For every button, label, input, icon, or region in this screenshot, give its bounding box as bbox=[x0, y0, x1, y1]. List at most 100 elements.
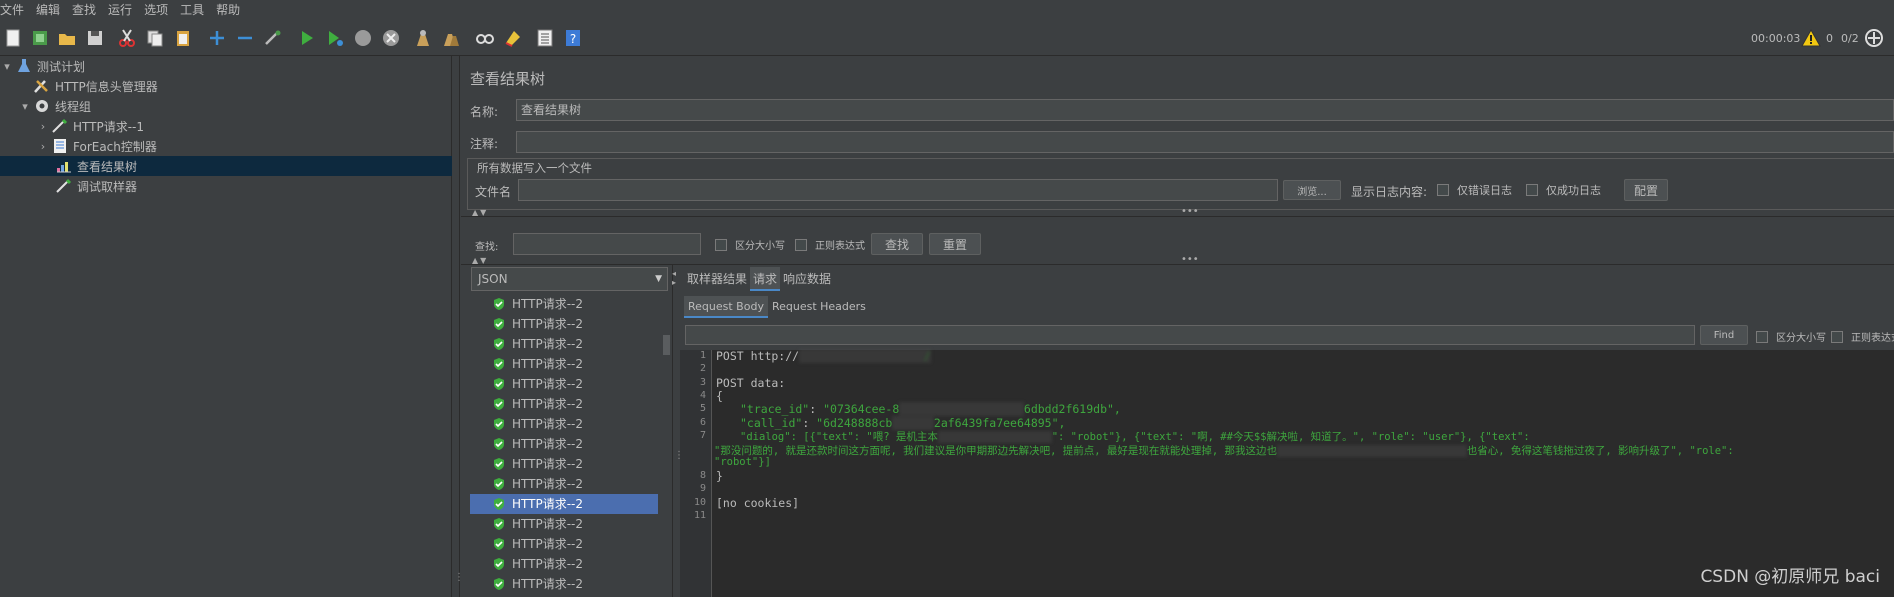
search-button[interactable]: 查找 bbox=[871, 233, 923, 255]
open-icon[interactable] bbox=[56, 27, 78, 49]
body-find-field[interactable] bbox=[685, 325, 1695, 345]
configure-button[interactable]: 配置 bbox=[1624, 179, 1668, 201]
cut-icon[interactable] bbox=[116, 27, 138, 49]
split-arrows[interactable]: ◂ ▸ bbox=[672, 269, 676, 287]
save-icon[interactable] bbox=[84, 27, 106, 49]
renderer-select[interactable]: JSON ▼ bbox=[471, 267, 668, 291]
expand-arrow[interactable]: ▾ bbox=[18, 100, 32, 113]
body-regex-checkbox[interactable]: 正则表达式 bbox=[1831, 329, 1894, 344]
reset-button[interactable]: 重置 bbox=[929, 233, 981, 255]
tree-node-http-request-1[interactable]: › HTTP请求--1 bbox=[36, 116, 452, 136]
browse-button[interactable]: 浏览... bbox=[1283, 180, 1341, 200]
panel-splitter[interactable]: ⋮ bbox=[452, 56, 464, 597]
toggle-icon[interactable] bbox=[262, 27, 284, 49]
menu-help[interactable]: 帮助 bbox=[210, 0, 246, 20]
start-icon[interactable] bbox=[296, 27, 318, 49]
expand-icon[interactable] bbox=[206, 27, 228, 49]
result-item[interactable]: HTTP请求--2 bbox=[470, 494, 658, 514]
result-item[interactable]: HTTP请求--2 bbox=[470, 534, 658, 554]
new-icon[interactable] bbox=[2, 27, 24, 49]
menu-options[interactable]: 选项 bbox=[138, 0, 174, 20]
expand-arrow[interactable]: › bbox=[36, 140, 50, 153]
result-label: HTTP请求--2 bbox=[512, 297, 584, 311]
renderer-value: JSON bbox=[478, 272, 508, 286]
result-item[interactable]: HTTP请求--2 bbox=[470, 374, 658, 394]
tree-node-test-plan[interactable]: ▾ 测试计划 bbox=[0, 56, 452, 76]
body-case-sensitive-checkbox[interactable]: 区分大小写 bbox=[1756, 329, 1826, 344]
checkbox-box[interactable] bbox=[1526, 184, 1538, 196]
search-icon[interactable] bbox=[474, 27, 496, 49]
body-find-button[interactable]: Find bbox=[1700, 325, 1748, 345]
menu-tools[interactable]: 工具 bbox=[174, 0, 210, 20]
menu-edit[interactable]: 编辑 bbox=[30, 0, 66, 20]
expand-arrow[interactable]: ▾ bbox=[0, 60, 14, 73]
templates-icon[interactable] bbox=[29, 27, 51, 49]
result-item[interactable]: HTTP请求--2 bbox=[470, 414, 658, 434]
results-scrollbar[interactable] bbox=[660, 294, 672, 597]
result-label: HTTP请求--2 bbox=[512, 417, 584, 431]
checkbox-box[interactable] bbox=[1831, 330, 1843, 343]
tab-request[interactable]: 请求 bbox=[750, 267, 781, 291]
checkbox-box[interactable] bbox=[795, 238, 807, 251]
result-item[interactable]: HTTP请求--2 bbox=[470, 294, 658, 314]
result-label: HTTP请求--2 bbox=[512, 477, 584, 491]
reset-search-icon[interactable] bbox=[502, 27, 524, 49]
success-shield-icon bbox=[494, 538, 504, 550]
result-item[interactable]: HTTP请求--2 bbox=[470, 554, 658, 574]
tree-node-header-manager[interactable]: HTTP信息头管理器 bbox=[18, 76, 452, 96]
request-body-viewer[interactable]: 1 2 3 4 5 6 7 8 9 10 11 POST http:// / P… bbox=[680, 349, 1894, 597]
clear-icon[interactable] bbox=[412, 27, 434, 49]
tree-node-debug-sampler[interactable]: 调试取样器 bbox=[0, 176, 452, 196]
clear-all-icon[interactable] bbox=[440, 27, 462, 49]
result-item[interactable]: HTTP请求--2 bbox=[470, 354, 658, 374]
success-shield-icon bbox=[494, 438, 504, 450]
regex-checkbox[interactable]: 正则表达式 bbox=[795, 237, 865, 252]
start-no-pause-icon[interactable] bbox=[324, 27, 346, 49]
tab-request-body[interactable]: Request Body bbox=[684, 296, 768, 318]
warning-icon[interactable] bbox=[1800, 27, 1822, 49]
success-only-checkbox[interactable]: 仅成功日志 bbox=[1526, 182, 1601, 198]
result-item[interactable]: HTTP请求--2 bbox=[470, 454, 658, 474]
errors-only-checkbox[interactable]: 仅错误日志 bbox=[1437, 182, 1512, 198]
help-icon[interactable]: ? bbox=[562, 27, 584, 49]
chevron-down-icon[interactable]: ▼ bbox=[655, 268, 662, 290]
result-item[interactable]: HTTP请求--2 bbox=[470, 314, 658, 334]
scrollbar-thumb[interactable] bbox=[663, 335, 670, 355]
search-field[interactable] bbox=[513, 233, 701, 255]
tab-sampler-result[interactable]: 取样器结果 bbox=[684, 267, 750, 291]
remote-status-icon[interactable] bbox=[1863, 27, 1885, 49]
collapse-icon[interactable] bbox=[234, 27, 256, 49]
stop-icon[interactable] bbox=[352, 27, 374, 49]
checkbox-box[interactable] bbox=[1756, 330, 1768, 343]
tab-response-data[interactable]: 响应数据 bbox=[780, 267, 834, 291]
result-item[interactable]: HTTP请求--2 bbox=[470, 334, 658, 354]
function-helper-icon[interactable] bbox=[534, 27, 556, 49]
tree-node-foreach-controller[interactable]: › ForEach控制器 bbox=[36, 136, 452, 156]
code-text: POST http:// bbox=[716, 349, 800, 363]
copy-icon[interactable] bbox=[144, 27, 166, 49]
checkbox-box[interactable] bbox=[1437, 184, 1449, 196]
divider bbox=[672, 265, 673, 597]
redacted-text: / bbox=[799, 349, 931, 363]
name-field[interactable]: 查看结果树 bbox=[516, 99, 1894, 121]
shutdown-icon[interactable] bbox=[380, 27, 402, 49]
search-label: 查找: bbox=[475, 242, 499, 253]
menu-file[interactable]: 文件 bbox=[0, 0, 30, 20]
sample-results-list: HTTP请求--2 HTTP请求--2 HTTP请求--2 HTTP请求--2 HTTP… bbox=[470, 294, 672, 597]
tree-node-view-results-tree[interactable]: 查看结果树 bbox=[0, 156, 452, 176]
expand-arrow[interactable]: › bbox=[36, 120, 50, 133]
result-item[interactable]: HTTP请求--2 bbox=[470, 474, 658, 494]
paste-icon[interactable] bbox=[172, 27, 194, 49]
result-item[interactable]: HTTP请求--2 bbox=[470, 434, 658, 454]
result-item[interactable]: HTTP请求--2 bbox=[470, 514, 658, 534]
result-item[interactable]: HTTP请求--2 bbox=[470, 394, 658, 414]
tree-node-thread-group[interactable]: ▾ 线程组 bbox=[18, 96, 452, 116]
tab-request-headers[interactable]: Request Headers bbox=[768, 296, 870, 318]
comment-field[interactable] bbox=[516, 131, 1894, 153]
case-sensitive-checkbox[interactable]: 区分大小写 bbox=[715, 237, 785, 252]
menu-search[interactable]: 查找 bbox=[66, 0, 102, 20]
menu-run[interactable]: 运行 bbox=[102, 0, 138, 20]
result-item[interactable]: HTTP请求--2 bbox=[470, 574, 658, 594]
filename-field[interactable] bbox=[518, 179, 1278, 201]
checkbox-box[interactable] bbox=[715, 238, 727, 251]
